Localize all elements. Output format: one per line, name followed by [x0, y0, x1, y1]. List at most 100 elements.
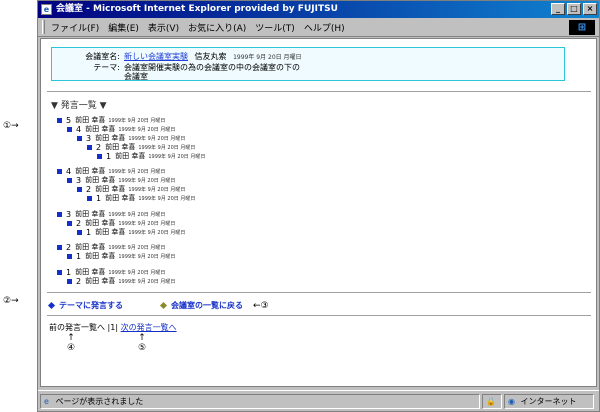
- square-bullet-icon: [67, 278, 72, 284]
- post-date: 1999年 9月 20日 月曜日: [138, 144, 196, 151]
- post-number-link[interactable]: 1: [106, 152, 111, 161]
- square-bullet-icon: [77, 135, 82, 141]
- back-to-rooms-link[interactable]: 会議室の一覧に戻る ←③: [159, 300, 269, 311]
- post-author: 前田 幸喜: [115, 152, 146, 160]
- menu-bar: ファイル(F) 編集(E) 表示(V) お気に入り(A) ツール(T) ヘルプ(…: [38, 18, 599, 37]
- room-name-row: 新しい会議室実験 信友丸索 1999年 9月 20日 月曜日: [124, 51, 302, 62]
- zone-cell: ◉ インターネット: [504, 393, 594, 409]
- windows-logo-icon: ⊞: [569, 20, 595, 35]
- square-bullet-icon: [57, 168, 62, 174]
- page-content: 会議室名: 新しい会議室実験 信友丸索 1999年 9月 20日 月曜日 テーマ…: [40, 38, 597, 387]
- maximize-button[interactable]: □: [567, 3, 581, 15]
- next-page-link[interactable]: 次の発言一覧へ: [121, 323, 177, 332]
- footer-divider: [47, 315, 591, 316]
- globe-icon: ◉: [508, 396, 515, 406]
- zone-text: インターネット: [520, 396, 577, 406]
- toolbar-grip[interactable]: [42, 20, 45, 34]
- post-date: 1999年 9月 20日 月曜日: [108, 117, 166, 124]
- square-bullet-icon: [77, 229, 82, 235]
- square-bullet-icon: [87, 195, 92, 201]
- square-bullet-icon: [57, 269, 62, 275]
- room-info-box: 会議室名: 新しい会議室実験 信友丸索 1999年 9月 20日 月曜日 テーマ…: [51, 47, 565, 81]
- post-number-link[interactable]: 1: [86, 228, 91, 237]
- room-owner: 信友丸索: [194, 52, 227, 61]
- status-text-cell: e ページが表示されました: [40, 393, 480, 409]
- post-item: 2 前田 幸喜 1999年 9月 20日 月曜日: [67, 276, 175, 286]
- post-date: 1999年 9月 20日 月曜日: [148, 153, 206, 160]
- post-number-link[interactable]: 1: [96, 194, 101, 203]
- status-bar: e ページが表示されました 🔒 ◉ インターネット: [38, 390, 599, 411]
- post-to-theme-link[interactable]: テーマに発言する: [47, 300, 123, 311]
- annotation-4-label: ④: [67, 343, 76, 353]
- minimize-button[interactable]: _: [551, 3, 565, 15]
- annotation-5-arrow: ↑: [138, 333, 146, 343]
- diamond-icon: [159, 301, 168, 310]
- post-date: 1999年 9月 20日 月曜日: [128, 186, 186, 193]
- post-author: 前田 幸喜: [105, 194, 136, 202]
- room-name-link[interactable]: 新しい会議室実験: [124, 52, 188, 61]
- square-bullet-icon: [77, 186, 82, 192]
- square-bullet-icon: [57, 117, 62, 123]
- browser-window: e 会議室 - Microsoft Internet Explorer prov…: [37, 0, 600, 412]
- theme-line-2: 会議室: [124, 72, 148, 81]
- window-title: 会議室 - Microsoft Internet Explorer provid…: [56, 4, 338, 14]
- square-bullet-icon: [87, 144, 92, 150]
- post-date: 1999年 9月 20日 月曜日: [108, 269, 166, 276]
- post-item: 1 前田 幸喜 1999年 9月 20日 月曜日: [87, 193, 195, 203]
- post-date: 1999年 9月 20日 月曜日: [108, 244, 166, 251]
- page-number: |1|: [107, 323, 119, 332]
- post-list-heading: ▼ 発言一覧 ▼: [51, 101, 107, 111]
- post-to-theme-label: テーマに発言する: [59, 301, 123, 310]
- theme-label: テーマ:: [93, 63, 120, 72]
- post-date: 1999年 9月 20日 月曜日: [118, 253, 176, 260]
- page-icon: e: [44, 396, 49, 406]
- screenshot: ①→ ②→ e 会議室 - Microsoft Internet Explore…: [0, 0, 600, 412]
- menu-tools[interactable]: ツール(T): [255, 21, 295, 34]
- list-divider: [47, 292, 591, 293]
- post-date: 1999年 9月 20日 月曜日: [108, 168, 166, 175]
- post-number-link[interactable]: 2: [76, 277, 81, 286]
- post-date: 1999年 9月 20日 月曜日: [128, 229, 186, 236]
- status-text: ページが表示されました: [55, 396, 144, 406]
- menu-help[interactable]: ヘルプ(H): [304, 21, 345, 34]
- post-date: 1999年 9月 20日 月曜日: [118, 126, 176, 133]
- pager: 前の発言一覧へ |1| 次の発言一覧へ: [49, 322, 177, 333]
- annotation-1: ①→: [3, 121, 19, 131]
- annotation-1-text: ①→: [3, 121, 19, 131]
- close-button[interactable]: ×: [583, 3, 597, 15]
- square-bullet-icon: [67, 220, 72, 226]
- room-date: 1999年 9月 20日 月曜日: [233, 54, 302, 61]
- annotation-2: ②→: [3, 296, 19, 306]
- back-to-rooms-label: 会議室の一覧に戻る: [171, 301, 243, 310]
- lock-icon: 🔒: [486, 396, 496, 406]
- post-item: 1 前田 幸喜 1999年 9月 20日 月曜日: [97, 151, 205, 161]
- menu-view[interactable]: 表示(V): [148, 21, 179, 34]
- post-author: 前田 幸喜: [85, 252, 116, 260]
- post-date: 1999年 9月 20日 月曜日: [118, 177, 176, 184]
- ie-page-icon: e: [41, 4, 52, 15]
- post-item: 1 前田 幸喜 1999年 9月 20日 月曜日: [77, 227, 185, 237]
- header-divider: [47, 91, 591, 92]
- room-name-label: 会議室名:: [85, 52, 120, 61]
- window-controls: _ □ ×: [551, 3, 597, 15]
- annotation-4-arrow: ↑: [67, 333, 75, 343]
- post-date: 1999年 9月 20日 月曜日: [118, 220, 176, 227]
- title-bar[interactable]: e 会議室 - Microsoft Internet Explorer prov…: [38, 1, 599, 18]
- square-bullet-icon: [57, 211, 62, 217]
- annotation-4: ↑ ④: [67, 333, 75, 353]
- square-bullet-icon: [67, 253, 72, 259]
- post-date: 1999年 9月 20日 月曜日: [118, 278, 176, 285]
- menu-favorites[interactable]: お気に入り(A): [188, 21, 246, 34]
- post-item: 1 前田 幸喜 1999年 9月 20日 月曜日: [67, 251, 175, 261]
- prev-page-text: 前の発言一覧へ: [49, 323, 105, 332]
- theme-line-1: 会議室開催実験の為の会議室の中の会議室の下の: [124, 63, 300, 72]
- annotation-5-label: ⑤: [138, 343, 147, 353]
- post-number-link[interactable]: 1: [76, 252, 81, 261]
- square-bullet-icon: [57, 244, 62, 250]
- square-bullet-icon: [67, 126, 72, 132]
- annotation-3-text: ←③: [253, 300, 269, 311]
- menu-file[interactable]: ファイル(F): [51, 21, 99, 34]
- menu-edit[interactable]: 編集(E): [108, 21, 139, 34]
- annotation-2-text: ②→: [3, 296, 19, 306]
- post-date: 1999年 9月 20日 月曜日: [108, 211, 166, 218]
